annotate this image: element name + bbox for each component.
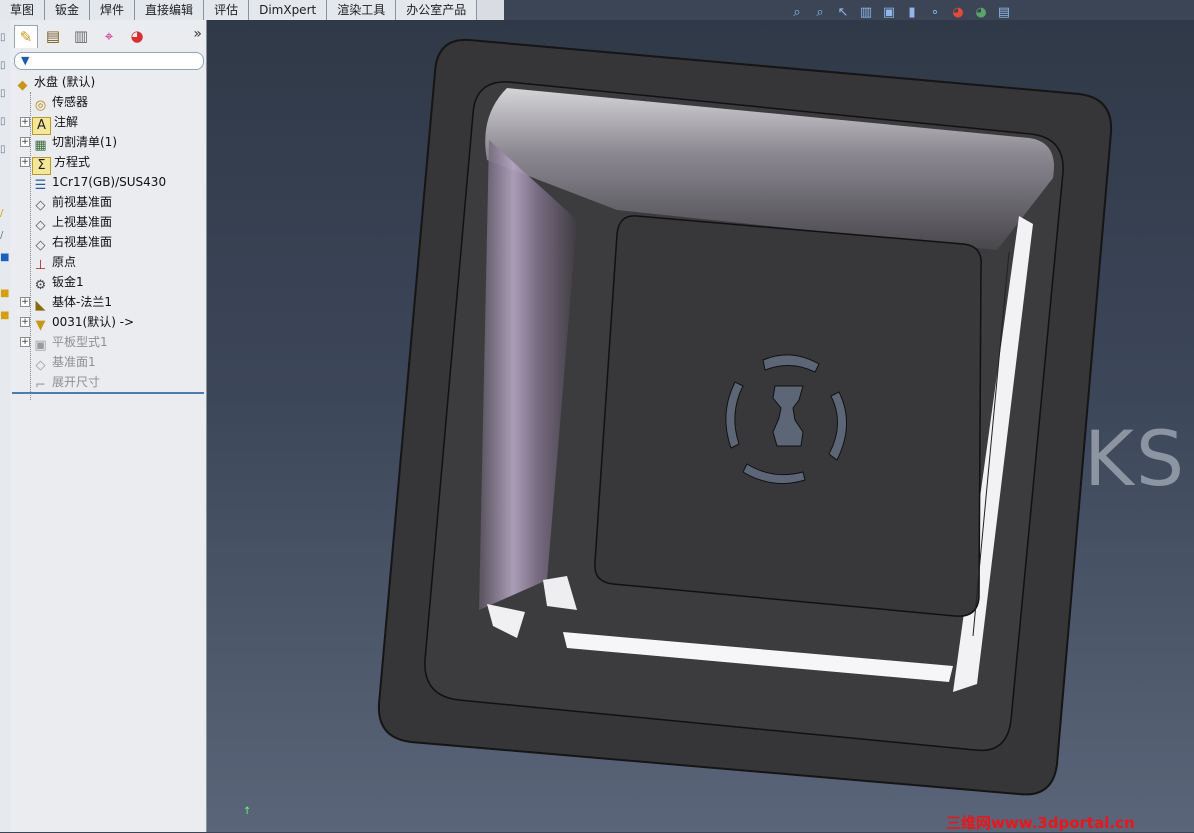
expand-toggle[interactable]: + [20,337,30,347]
tab-4[interactable]: 评估 [204,0,250,20]
zoom-area-icon[interactable]: ⌕ [811,4,829,22]
hide-show-icon[interactable]: ∘ [926,4,944,22]
expand-panel-button[interactable]: » [193,26,202,42]
sink-tray-model[interactable] [207,20,1194,832]
expand-toggle[interactable]: + [20,137,30,147]
tab-1[interactable]: 钣金 [45,0,91,20]
feature-manager-icon[interactable]: ✎ [14,25,38,48]
tab-0[interactable]: 草图 [0,0,46,20]
tab-5[interactable]: DimXpert [249,0,328,20]
expand-toggle[interactable]: + [20,297,30,307]
view-settings-icon[interactable]: ▤ [995,4,1013,22]
tree-item-cut-list[interactable]: + ▦ 切割清单(1) [20,132,117,153]
cube-icon[interactable]: ▯ [0,116,8,128]
pencil-icon[interactable]: / [0,208,8,220]
cube-icon[interactable]: ▯ [0,60,8,72]
site-watermark: 三维网www.3dportal.cn [946,814,1135,832]
tree-item-sheet-metal[interactable]: ⚙ 钣金1 [32,272,84,293]
tree-item-equations[interactable]: + Σ 方程式 [20,152,90,175]
tree-connector-line [30,92,31,400]
heads-up-view-toolbar: ⌕ ⌕ ↖ ▥ ▣ ▮ ∘ ◕ ◕ ▤ [788,4,1013,24]
expand-toggle[interactable]: + [20,157,30,167]
section-view-icon[interactable]: ▥ [857,4,875,22]
part-icon: ◆ [17,78,28,93]
cube-icon[interactable]: ▯ [0,88,8,100]
tree-item-material[interactable]: ☰ 1Cr17(GB)/SUS430 [32,172,166,193]
filter-icon: ▼ [21,54,30,67]
expand-toggle[interactable]: + [20,117,30,127]
previous-view-icon[interactable]: ↖ [834,4,852,22]
zoom-to-fit-icon[interactable]: ⌕ [788,4,806,22]
edit-appearance-icon[interactable]: ◕ [949,4,967,22]
view-orientation-icon[interactable]: ▣ [880,4,898,22]
tree-root-part[interactable]: ◆ 水盘 (默认) [14,72,96,93]
panel-separator [12,392,204,394]
cube-icon[interactable]: ▯ [0,144,8,156]
tree-item-derived-part[interactable]: + ▼ 0031(默认) -> [20,312,134,333]
tree-item-origin[interactable]: ⊥ 原点 [32,252,76,273]
panel-tab-strip: ✎ ▤ ▥ ⌖ ◕ » [10,20,206,50]
display-manager-icon[interactable]: ◕ [126,25,148,47]
feature-manager-panel: ✎ ▤ ▥ ⌖ ◕ » ▼ ◆ 水盘 (默认) ◎ 传感器 + A 注解 + ▦ 切割清… [10,20,207,832]
tree-item-front-plane[interactable]: ◇ 前视基准面 [32,192,113,213]
apply-scene-icon[interactable]: ◕ [972,4,990,22]
tab-6[interactable]: 渲染工具 [327,0,397,20]
tree-item-unfold-dimension[interactable]: ⌐ 展开尺寸 [32,372,100,393]
cube-icon[interactable]: ▯ [0,32,8,44]
property-manager-icon[interactable]: ▤ [42,25,64,47]
tree-item-flat-pattern[interactable]: + ▣ 平板型式1 [20,332,108,353]
tab-3[interactable]: 直接编辑 [135,0,205,20]
tab-7[interactable]: 办公室产品 [396,0,478,20]
dimxpert-manager-icon[interactable]: ⌖ [98,25,120,47]
feature-icon[interactable]: ■ [0,310,9,322]
tree-item-base-flange[interactable]: + ◣ 基体-法兰1 [20,292,112,313]
expand-toggle[interactable]: + [20,317,30,327]
solidworks-watermark: KS [1084,414,1187,503]
tree-item-plane1[interactable]: ◇ 基准面1 [32,352,96,373]
tree-item-right-plane[interactable]: ◇ 右视基准面 [32,232,113,253]
tree-item-sensors[interactable]: ◎ 传感器 [32,92,88,113]
tree-filter-input[interactable]: ▼ [14,52,204,70]
tab-2[interactable]: 焊件 [90,0,136,20]
configuration-manager-icon[interactable]: ▥ [70,25,92,47]
tree-item-annotations[interactable]: + A 注解 [20,112,78,135]
sketch-icon[interactable]: ■ [0,252,9,264]
command-manager-tabs: 草图 钣金 焊件 直接编辑 评估 DimXpert 渲染工具 办公室产品 [0,0,504,21]
triad-axis-icon: ↑ [243,806,252,817]
display-style-icon[interactable]: ▮ [903,4,921,22]
tree-item-top-plane[interactable]: ◇ 上视基准面 [32,212,113,233]
feature-icon[interactable]: ■ [0,288,9,300]
pencil-icon[interactable]: / [0,230,8,242]
